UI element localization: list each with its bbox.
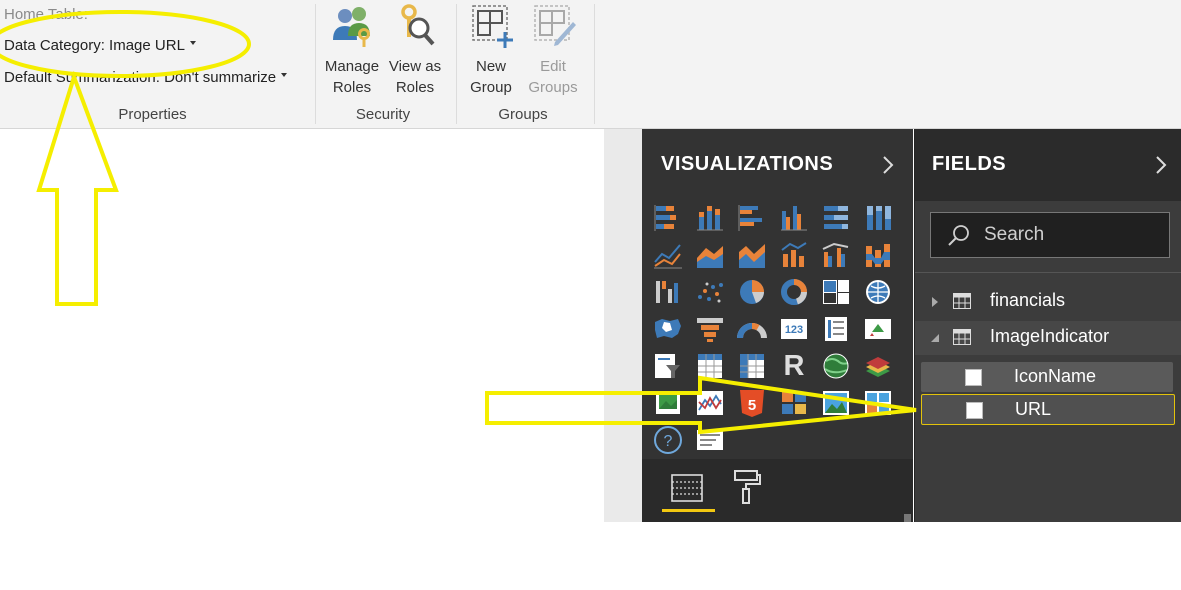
ribbon-chart-icon[interactable]	[862, 240, 894, 270]
image-grid-visual-icon[interactable]	[820, 388, 852, 418]
100-percent-stacked-column-icon[interactable]	[862, 203, 894, 233]
r-script-visual-icon[interactable]: R	[778, 351, 810, 381]
scatter-chart-icon[interactable]	[694, 277, 726, 307]
search-placeholder: Search	[984, 224, 1045, 245]
table-icon	[953, 293, 971, 309]
clustered-bar-chart-icon[interactable]	[736, 203, 768, 233]
security-group-label: Security	[355, 106, 411, 123]
fields-well-icon[interactable]	[670, 473, 704, 503]
table-name: financials	[990, 290, 1066, 310]
paint-roller-icon[interactable]	[732, 469, 762, 505]
active-tab-indicator	[662, 509, 715, 512]
data-category-dropdown[interactable]: Data Category: Image URL	[4, 37, 196, 54]
fields-pane: FIELDS Search financials ImageIndicator …	[914, 129, 1181, 522]
edit-groups-icon	[534, 5, 576, 46]
chevron-down-icon	[281, 73, 288, 78]
chevron-right-icon[interactable]	[880, 155, 896, 175]
visualizations-pane: VISUALIZATIONS 123 R 5 ?	[642, 129, 913, 522]
html5-visual-icon[interactable]: 5	[736, 388, 768, 418]
sparkline-visual-icon[interactable]	[694, 388, 726, 418]
text-filter-visual-icon[interactable]	[694, 425, 726, 455]
clustered-column-chart-icon[interactable]	[778, 203, 810, 233]
field-iconname[interactable]: IconName	[921, 362, 1173, 392]
fields-title: FIELDS	[932, 153, 1007, 175]
canvas-margin	[604, 129, 642, 522]
stacked-bar-chart-icon[interactable]	[652, 203, 684, 233]
pie-chart-icon[interactable]	[736, 277, 768, 307]
100-percent-stacked-bar-icon[interactable]	[820, 203, 852, 233]
ribbon-separator	[315, 4, 316, 124]
view-as-roles-icon	[401, 4, 435, 46]
edit-groups-button[interactable]: Edit Groups	[524, 2, 582, 98]
table-icon[interactable]	[694, 351, 726, 381]
arcgis-map-icon[interactable]	[820, 351, 852, 381]
chevron-right-icon[interactable]	[1153, 155, 1169, 175]
table-name: ImageIndicator	[990, 326, 1110, 346]
field-label: IconName	[1014, 366, 1097, 386]
slicer-icon[interactable]	[652, 351, 684, 381]
multi-row-card-icon[interactable]	[820, 314, 852, 344]
line-and-clustered-column-icon[interactable]	[820, 240, 852, 270]
qna-visual-icon[interactable]: ?	[652, 425, 684, 455]
image-visual-icon[interactable]	[652, 388, 684, 418]
matrix-icon[interactable]	[736, 351, 768, 381]
custom-visual-icon[interactable]	[778, 388, 810, 418]
collapse-caret-icon[interactable]	[931, 334, 939, 342]
default-summarization-dropdown[interactable]: Default Summarization: Don't summarize	[4, 69, 288, 86]
fields-divider	[915, 272, 1181, 273]
home-table-label[interactable]: Home Table:	[4, 6, 88, 23]
waterfall-chart-icon[interactable]	[652, 277, 684, 307]
field-checkbox[interactable]	[966, 402, 983, 419]
ribbon-separator	[594, 4, 595, 124]
manage-roles-icon	[333, 7, 370, 47]
fields-search-input[interactable]: Search	[930, 212, 1170, 258]
gauge-icon[interactable]	[736, 314, 768, 344]
table-imageindicator[interactable]: ImageIndicator	[915, 321, 1181, 355]
visualization-tabs	[642, 459, 913, 522]
view-as-roles-button[interactable]: View as Roles	[385, 2, 445, 98]
grid-table-visual-icon[interactable]	[862, 388, 894, 418]
svg-text:5: 5	[748, 397, 756, 414]
manage-roles-button[interactable]: Manage Roles	[321, 2, 383, 98]
new-group-icon	[472, 5, 513, 48]
svg-text:?: ?	[664, 433, 673, 450]
field-label: URL	[1015, 399, 1052, 419]
map-icon[interactable]	[862, 277, 894, 307]
table-icon	[953, 329, 971, 345]
svg-text:123: 123	[785, 324, 803, 336]
line-chart-icon[interactable]	[652, 240, 684, 270]
ribbon: Home Table: Data Category: Image URL Def…	[0, 0, 1181, 129]
report-canvas[interactable]	[0, 129, 604, 522]
donut-chart-icon[interactable]	[778, 277, 810, 307]
new-group-button[interactable]: New Group	[463, 2, 519, 98]
field-checkbox[interactable]	[965, 369, 982, 386]
card-icon[interactable]: 123	[778, 314, 810, 344]
funnel-icon[interactable]	[694, 314, 726, 344]
search-icon	[948, 225, 969, 246]
line-and-stacked-column-icon[interactable]	[778, 240, 810, 270]
scrollbar-thumb[interactable]	[904, 514, 911, 522]
globe-map-icon[interactable]	[862, 351, 894, 381]
kpi-icon[interactable]	[862, 314, 894, 344]
treemap-icon[interactable]	[820, 277, 852, 307]
area-chart-icon[interactable]	[694, 240, 726, 270]
field-url[interactable]: URL	[921, 394, 1175, 425]
stacked-column-chart-icon[interactable]	[694, 203, 726, 233]
ribbon-separator	[456, 4, 457, 124]
visualizations-title: VISUALIZATIONS	[661, 153, 834, 175]
chevron-down-icon	[189, 41, 196, 46]
stacked-area-chart-icon[interactable]	[736, 240, 768, 270]
properties-group-label: Properties	[118, 106, 187, 123]
filled-map-icon[interactable]	[652, 314, 684, 344]
table-financials[interactable]: financials	[915, 285, 1181, 319]
groups-group-label: Groups	[498, 106, 548, 123]
expand-caret-icon[interactable]	[931, 297, 939, 307]
